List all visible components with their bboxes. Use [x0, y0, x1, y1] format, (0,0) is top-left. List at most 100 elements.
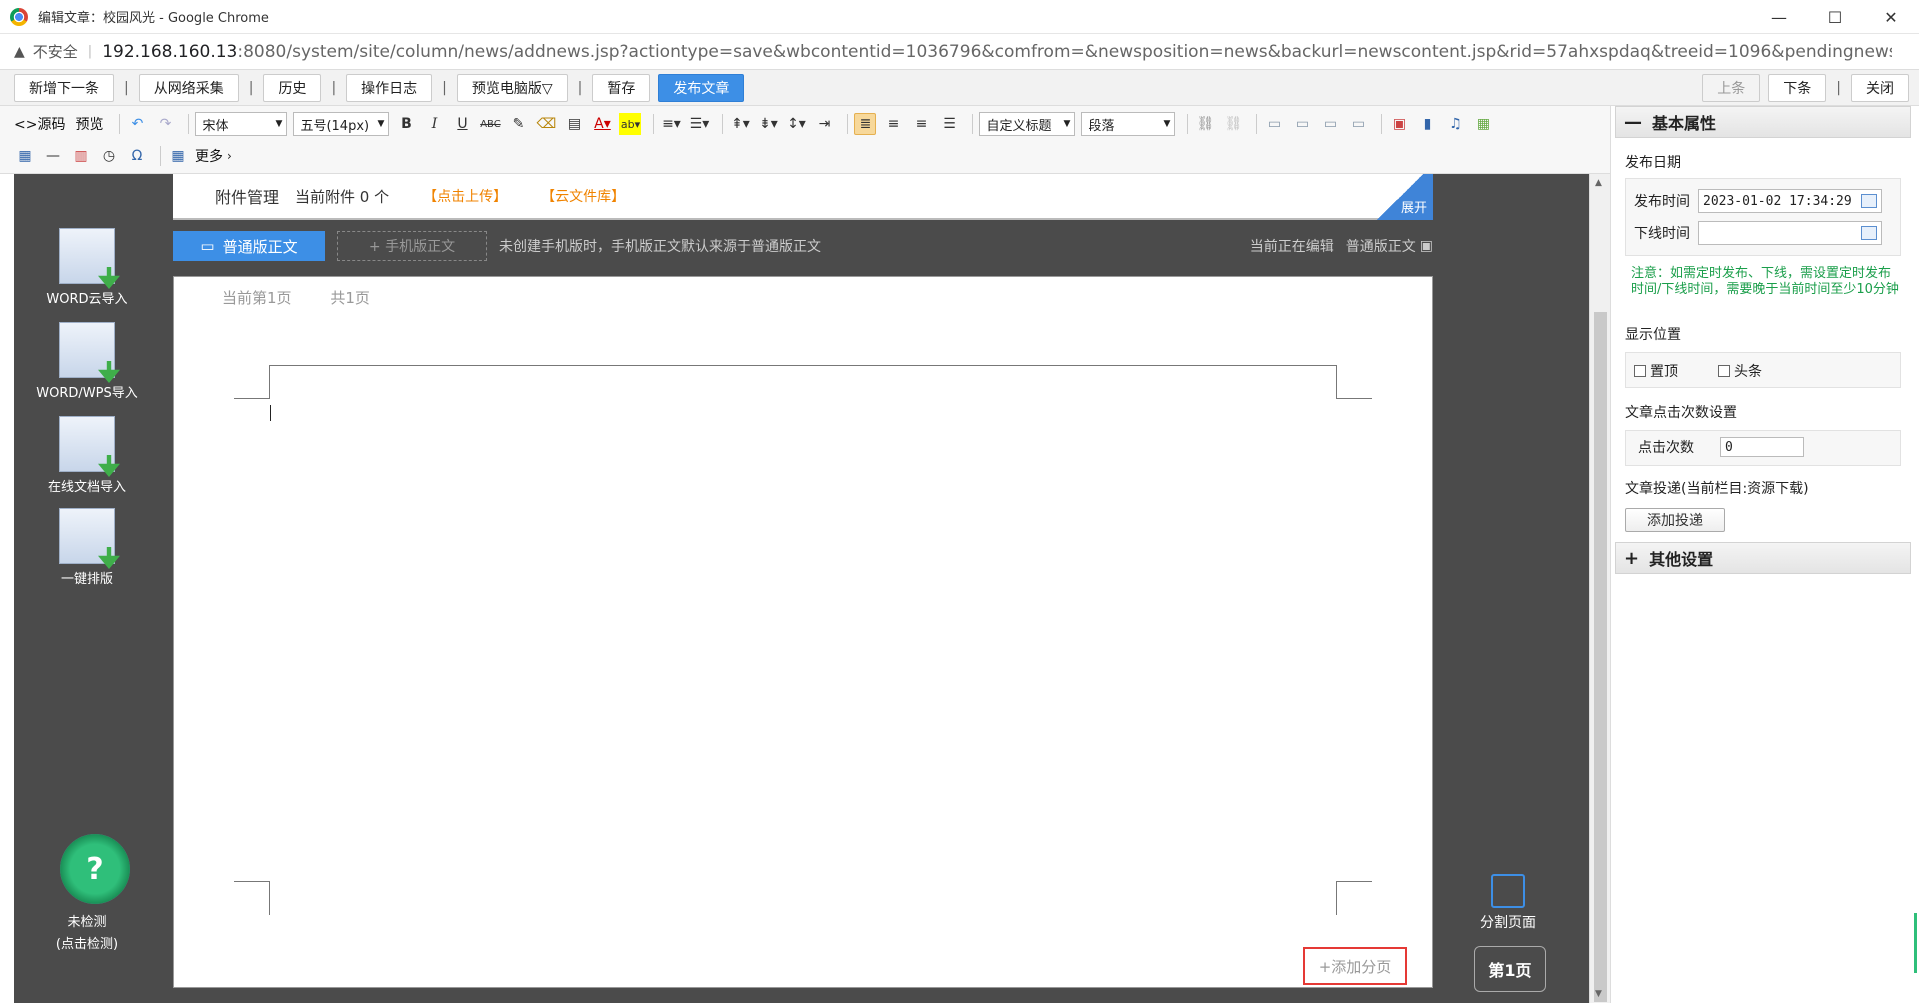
strikethrough-button[interactable]: ABC	[479, 113, 501, 135]
image-center-icon[interactable]: ▭	[1347, 113, 1369, 135]
more-button[interactable]: 更多	[195, 146, 223, 166]
tab-mobile-content[interactable]: + 手机版正文	[337, 231, 487, 261]
insert-music-icon[interactable]: ♫	[1444, 113, 1466, 135]
address-bar[interactable]: ▲ 不安全 | 192.168.160.13:8080/system/site/…	[0, 34, 1919, 70]
vertical-scrollbar[interactable]: ▲ ▼	[1589, 174, 1610, 1003]
unlink-icon[interactable]: ⛓	[1222, 113, 1244, 135]
url-host: 192.168.160.13	[102, 41, 238, 62]
font-size-select[interactable]: 五号(14px) ▼	[293, 112, 390, 136]
basic-properties-header[interactable]: — 基本属性	[1615, 106, 1911, 138]
insert-image-icon[interactable]: ▣	[1388, 113, 1410, 135]
log-button[interactable]: 操作日志	[346, 73, 433, 102]
undo-icon[interactable]: ↶	[126, 113, 148, 135]
security-check-status[interactable]: 未检测 (点击检测)	[32, 912, 142, 956]
ordered-list-icon[interactable]: ≡▾	[660, 113, 682, 135]
bold-button[interactable]: B	[395, 113, 417, 135]
scroll-up-icon[interactable]: ▲	[1595, 178, 1602, 188]
font-color-icon[interactable]: A▾	[591, 113, 613, 135]
new-next-button[interactable]: 新增下一条	[14, 73, 114, 102]
paste-icon[interactable]: ▤	[563, 113, 585, 135]
calendar-icon[interactable]	[1861, 226, 1877, 240]
top-checkbox[interactable]: 置顶	[1634, 361, 1678, 381]
minimize-button[interactable]: —	[1751, 0, 1807, 34]
align-right-icon[interactable]: ≡	[910, 113, 932, 135]
split-page-tool[interactable]: 分割页面	[1468, 874, 1548, 932]
insecure-label[interactable]: 不安全	[33, 41, 78, 62]
prev-button[interactable]: 上条	[1702, 73, 1761, 102]
image-inline-icon[interactable]: ▭	[1319, 113, 1341, 135]
document-body[interactable]	[234, 365, 1372, 915]
horizontal-rule-icon[interactable]: —	[42, 145, 64, 167]
close-window-button[interactable]: ✕	[1863, 0, 1919, 34]
preview-mode-button[interactable]: 预览	[75, 114, 103, 134]
other-settings-header[interactable]: + 其他设置	[1615, 542, 1911, 574]
security-check-shield-icon[interactable]: ?	[60, 834, 130, 904]
time-icon[interactable]: ◷	[98, 145, 120, 167]
warning-triangle-icon: ▲	[14, 43, 25, 60]
maximize-button[interactable]: ☐	[1807, 0, 1863, 34]
monitor-icon: ▭	[200, 237, 215, 255]
scrollbar-thumb[interactable]	[1594, 312, 1607, 1002]
window-title: 编辑文章：校园风光 - Google Chrome	[38, 11, 269, 26]
special-char-icon[interactable]: Ω	[126, 145, 148, 167]
expand-toggle[interactable]: 展开	[1367, 174, 1433, 220]
url-text[interactable]: 192.168.160.13:8080/system/site/column/n…	[102, 42, 1892, 62]
image-left-icon[interactable]: ▭	[1263, 113, 1285, 135]
line-height-icon[interactable]: ↕▾	[785, 113, 807, 135]
next-button[interactable]: 下条	[1768, 73, 1827, 102]
align-center-icon[interactable]: ≡	[882, 113, 904, 135]
clear-format-icon[interactable]: ⌫	[535, 113, 557, 135]
align-left-icon[interactable]: ≣	[854, 113, 877, 135]
heading-select[interactable]: 自定义标题 ▼	[979, 112, 1076, 136]
paragraph-select[interactable]: 段落 ▼	[1081, 112, 1176, 136]
cloud-library-link[interactable]: 【云文件库】	[541, 186, 625, 206]
insert-chart-icon[interactable]: ▦	[1472, 113, 1494, 135]
add-delivery-button[interactable]: 添加投递	[1625, 508, 1725, 532]
unordered-list-icon[interactable]: ☰▾	[688, 113, 710, 135]
image-right-icon[interactable]: ▭	[1291, 113, 1313, 135]
link-icon[interactable]: ⛓	[1194, 113, 1216, 135]
spacing-after-icon[interactable]: ⇟▾	[757, 113, 779, 135]
format-brush-icon[interactable]: ✎	[507, 113, 529, 135]
tab-normal-content[interactable]: ▭ 普通版正文	[173, 231, 325, 261]
editor-page[interactable]: 当前第1页 共1页 +添加分页	[173, 276, 1433, 988]
highlight-color-icon[interactable]: ab▾	[619, 113, 642, 135]
insert-table-icon[interactable]: ▦	[167, 145, 189, 167]
spacing-before-icon[interactable]: ⇞▾	[729, 113, 751, 135]
calendar-icon[interactable]	[1861, 194, 1877, 208]
upload-link[interactable]: 【点击上传】	[423, 186, 507, 206]
publish-button[interactable]: 发布文章	[658, 73, 745, 102]
add-page-button[interactable]: +添加分页	[1303, 947, 1407, 985]
offline-time-input[interactable]	[1698, 221, 1882, 245]
date-icon[interactable]: ▥	[70, 145, 92, 167]
source-button[interactable]: <>源码	[14, 114, 65, 134]
word-wps-import[interactable]: WORD/WPS导入	[32, 322, 142, 401]
click-count-input[interactable]: 0	[1720, 437, 1804, 457]
attachment-label: 附件管理	[215, 188, 280, 207]
split-page-icon	[1491, 874, 1525, 908]
publish-time-input[interactable]: 2023-01-02 17:34:29	[1698, 189, 1882, 213]
collect-button[interactable]: 从网络采集	[138, 73, 239, 102]
redo-icon[interactable]: ↷	[154, 113, 176, 135]
preview-button[interactable]: 预览电脑版▽	[456, 73, 568, 102]
insert-video-icon[interactable]: ▮	[1416, 113, 1438, 135]
scroll-down-icon[interactable]: ▼	[1595, 989, 1602, 999]
url-path: :8080/system/site/column/news/addnews.js…	[237, 41, 1893, 62]
align-justify-icon[interactable]: ☰	[938, 113, 960, 135]
draft-button[interactable]: 暂存	[592, 73, 651, 102]
close-button[interactable]: 关闭	[1851, 73, 1909, 102]
indent-icon[interactable]: ⇥	[813, 113, 835, 135]
italic-button[interactable]: I	[423, 113, 445, 135]
insert-table-layout-icon[interactable]: ▦	[14, 145, 36, 167]
underline-button[interactable]: U	[451, 113, 473, 135]
page-info: 当前第1页 共1页	[222, 289, 370, 307]
one-key-format[interactable]: 一键排版	[32, 508, 142, 587]
properties-sidebar: — 基本属性 发布日期 发布时间 2023-01-02 17:34:29 下线时…	[1610, 106, 1919, 1003]
font-family-select[interactable]: 宋体 ▼	[195, 112, 288, 136]
page-1-button[interactable]: 第1页	[1474, 946, 1546, 992]
history-button[interactable]: 历史	[263, 73, 322, 102]
headline-checkbox[interactable]: 头条	[1718, 361, 1762, 381]
publish-date-heading: 发布日期	[1625, 155, 1681, 171]
online-doc-import[interactable]: 在线文档导入	[32, 416, 142, 495]
word-cloud-import[interactable]: WORD云导入	[32, 228, 142, 307]
